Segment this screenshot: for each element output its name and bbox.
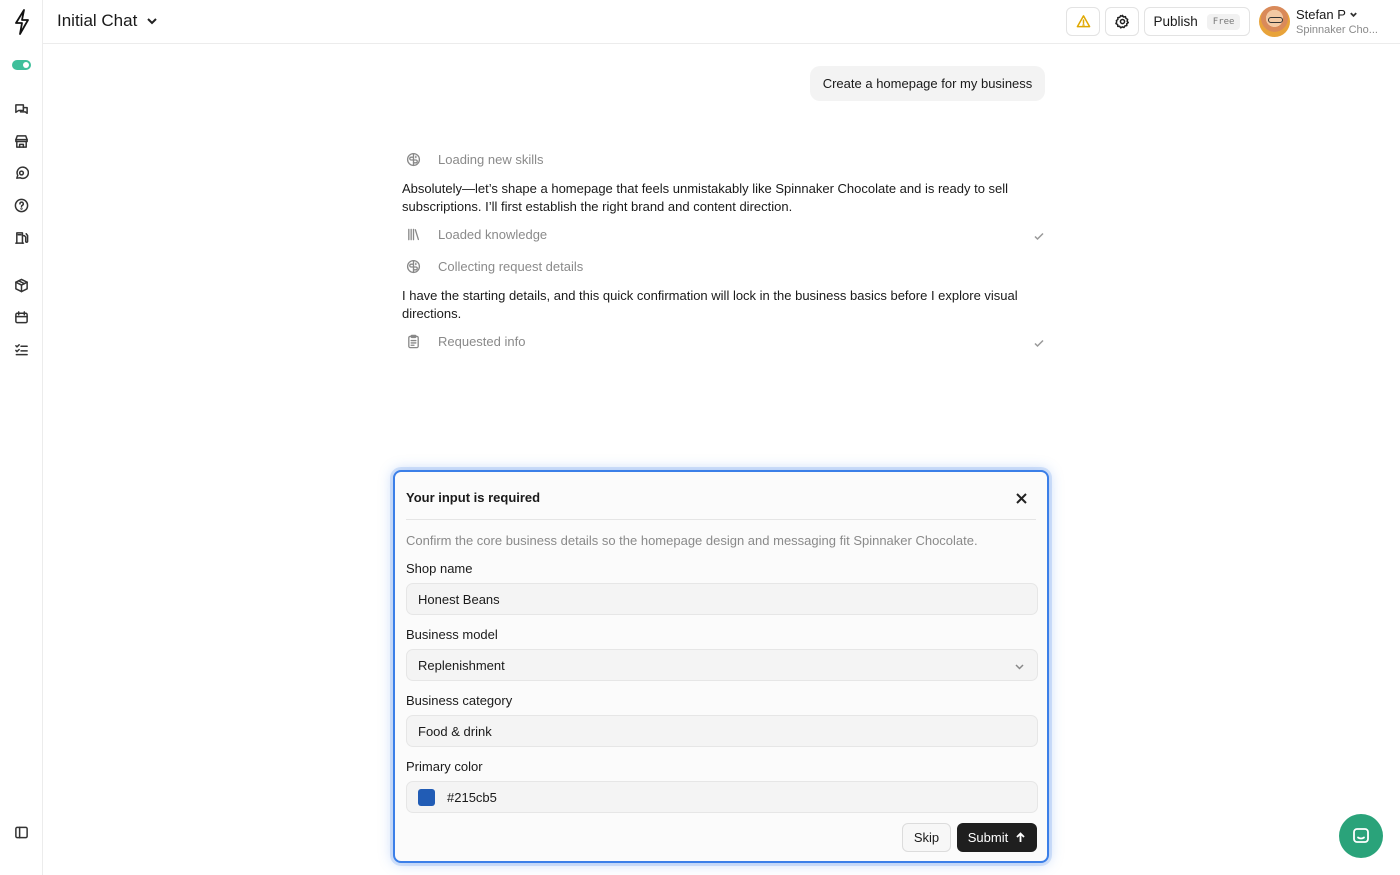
help-icon[interactable] <box>13 197 29 213</box>
step-requested-info[interactable]: Requested info <box>406 334 525 349</box>
gear-icon <box>1114 14 1129 29</box>
submit-button[interactable]: Submit <box>957 823 1037 852</box>
shop-name-input[interactable]: Honest Beans <box>406 583 1038 615</box>
checklist-icon[interactable] <box>13 341 29 357</box>
sidebar <box>0 0 43 875</box>
dialog-description: Confirm the core business details so the… <box>406 533 978 548</box>
check-icon <box>1033 336 1045 348</box>
chats-icon[interactable] <box>13 101 29 117</box>
calendar-icon[interactable] <box>13 309 29 325</box>
package-icon[interactable] <box>13 277 29 293</box>
primary-color-label: Primary color <box>406 759 483 774</box>
step-loaded-knowledge[interactable]: Loaded knowledge <box>406 227 547 242</box>
shop-name-label: Shop name <box>406 561 473 576</box>
business-category-label: Business category <box>406 693 513 708</box>
step-collecting-details: Collecting request details <box>406 259 583 274</box>
step-label: Requested info <box>438 334 526 349</box>
clipboard-icon <box>408 334 419 349</box>
chevron-down-icon <box>147 18 158 25</box>
input-required-dialog: Your input is required Confirm the core … <box>393 470 1049 863</box>
step-label: Loaded knowledge <box>438 227 548 242</box>
step-label: Collecting request details <box>438 259 584 274</box>
brain-icon <box>406 152 421 167</box>
publish-button[interactable]: Publish Free <box>1144 7 1250 36</box>
chevron-down-icon <box>1014 660 1025 671</box>
panel-toggle-icon[interactable] <box>13 824 29 840</box>
plan-badge: Free <box>1206 13 1241 30</box>
primary-color-input[interactable]: #215cb5 <box>406 781 1038 813</box>
chat-icon <box>1353 828 1369 843</box>
business-model-value: Replenishment <box>418 657 505 673</box>
dialog-title: Your input is required <box>406 490 541 505</box>
arrow-up-icon <box>1016 832 1025 842</box>
business-model-label: Business model <box>406 627 498 642</box>
step-loading-skills: Loading new skills <box>406 152 544 167</box>
support-chat-button[interactable] <box>1339 814 1383 858</box>
user-message: Create a homepage for my business <box>810 66 1045 101</box>
divider <box>406 519 1036 520</box>
chat-title-dropdown[interactable]: Initial Chat <box>57 11 158 31</box>
shop-name-value: Honest Beans <box>418 591 500 607</box>
primary-color-value: #215cb5 <box>447 789 497 805</box>
business-model-select[interactable]: Replenishment <box>406 649 1038 681</box>
message-icon[interactable] <box>13 165 29 181</box>
user-name: Stefan P <box>1296 7 1346 22</box>
color-swatch[interactable] <box>418 788 435 806</box>
library-icon <box>408 228 420 241</box>
business-category-value: Food & drink <box>418 723 492 739</box>
avatar[interactable] <box>1259 6 1290 37</box>
chevron-down-icon <box>1350 12 1357 18</box>
mode-toggle[interactable] <box>12 60 31 70</box>
publish-label: Publish <box>1153 14 1198 29</box>
warning-icon <box>1076 15 1090 28</box>
settings-button[interactable] <box>1105 7 1139 36</box>
assistant-message: Absolutely—let’s shape a homepage that f… <box>402 181 1009 214</box>
submit-label: Submit <box>967 830 1009 845</box>
check-icon <box>1033 229 1045 241</box>
business-category-input[interactable]: Food & drink <box>406 715 1038 747</box>
close-button[interactable] <box>1013 490 1029 506</box>
close-icon <box>1015 492 1027 504</box>
user-menu[interactable]: Stefan P <box>1296 7 1358 22</box>
user-organization: Spinnaker Cho... <box>1296 24 1378 36</box>
skip-label: Skip <box>913 830 940 845</box>
topbar: Initial Chat Publish Free Stefan P Spinn… <box>43 0 1400 44</box>
warning-button[interactable] <box>1066 7 1100 36</box>
assistant-message: I have the starting details, and this qu… <box>402 288 1018 321</box>
brain-icon <box>406 259 421 274</box>
fuel-icon[interactable] <box>13 229 29 245</box>
logo-bolt-icon[interactable] <box>13 9 31 35</box>
skip-button[interactable]: Skip <box>902 823 951 852</box>
step-label: Loading new skills <box>438 152 544 167</box>
chat-title: Initial Chat <box>57 11 138 30</box>
store-icon[interactable] <box>13 133 29 149</box>
